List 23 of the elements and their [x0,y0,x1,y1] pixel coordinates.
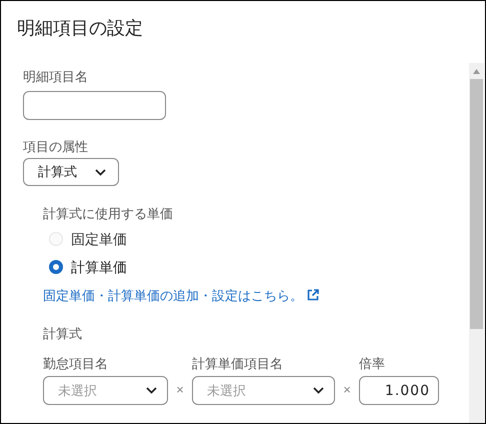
column-label: 計算単価項目名 [192,354,284,372]
field-label: 明細項目名 [23,68,89,86]
section-label: 計算式 [43,325,83,343]
chevron-down-icon [95,168,106,176]
multiply-sign: × [175,380,185,398]
chevron-down-icon [313,387,324,394]
column-label: 倍率 [359,354,386,372]
radio-button[interactable] [49,260,63,274]
dialog-title: 明細項目の設定 [17,17,143,40]
scrollbar-thumb[interactable] [470,79,483,329]
radio-option[interactable]: 計算単価 [49,256,463,278]
select-field[interactable]: 計算式 [23,158,119,186]
number-field[interactable]: 1.000 [359,376,439,405]
column-label: 勤怠項目名 [43,354,109,372]
settings-link[interactable]: 固定単価・計算単価の追加・設定はこちら。 [43,286,463,305]
field-label: 項目の属性 [23,138,89,156]
external-link-icon [307,289,319,302]
chevron-down-icon [146,387,157,394]
scroll-up-icon[interactable] [473,69,480,74]
input-field[interactable] [23,90,166,120]
multiply-sign: × [342,380,352,398]
section-label: 計算式に使用する単価 [43,205,174,223]
scrollbar[interactable] [469,63,484,423]
